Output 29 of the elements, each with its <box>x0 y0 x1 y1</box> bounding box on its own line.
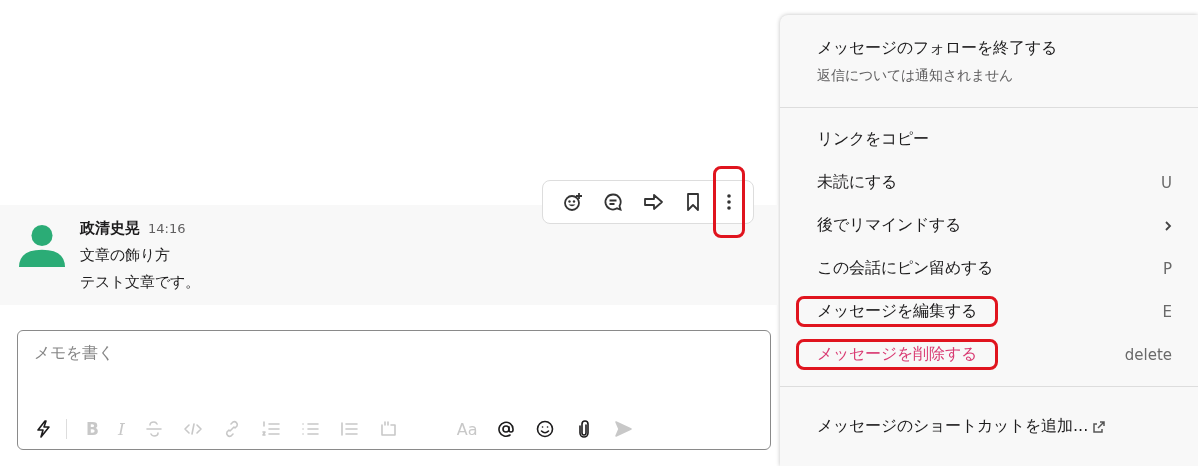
message-text: 文章の飾り方 <box>80 246 171 265</box>
shortcut-icon[interactable] <box>34 419 67 439</box>
more-icon <box>726 192 732 212</box>
message-text: テスト文章です。 <box>80 273 200 292</box>
speech-bubble-icon <box>603 192 623 212</box>
menu-item[interactable]: メッセージのショートカットを追加... <box>796 411 1093 442</box>
shortcut-key: delete <box>1124 345 1172 364</box>
emoji-add-icon <box>563 192 583 212</box>
menu-item[interactable]: この会話にピン留めする <box>796 253 1014 284</box>
bookmark-icon <box>685 192 701 212</box>
memo-input[interactable]: メモを書く <box>34 343 754 362</box>
external-link-icon <box>1092 419 1107 434</box>
arrow-right-icon <box>643 192 665 212</box>
author-name[interactable]: 政清史晃 <box>80 219 140 238</box>
menu-item[interactable]: メッセージを編集する <box>796 296 998 327</box>
emoji-icon[interactable] <box>535 419 556 439</box>
menu-item[interactable]: メッセージを削除する <box>796 339 998 370</box>
shortcut-key: P <box>1162 259 1172 278</box>
user-avatar-icon <box>18 223 66 269</box>
unfollow-menu-item[interactable]: メッセージのフォローを終了する <box>817 38 1198 59</box>
shortcut-key: U <box>1161 173 1172 192</box>
message-time[interactable]: 14:16 <box>148 221 186 236</box>
chevron-right-icon <box>1164 219 1172 232</box>
menu-item[interactable]: 未読にする <box>796 167 918 198</box>
menu-item-subtitle: 返信については通知されません <box>817 67 1014 85</box>
shortcut-key: E <box>1162 302 1172 321</box>
menu-item[interactable]: 後でリマインドする <box>796 210 982 241</box>
menu-item[interactable]: リンクをコピー <box>796 124 950 155</box>
mention-icon[interactable] <box>496 419 517 439</box>
